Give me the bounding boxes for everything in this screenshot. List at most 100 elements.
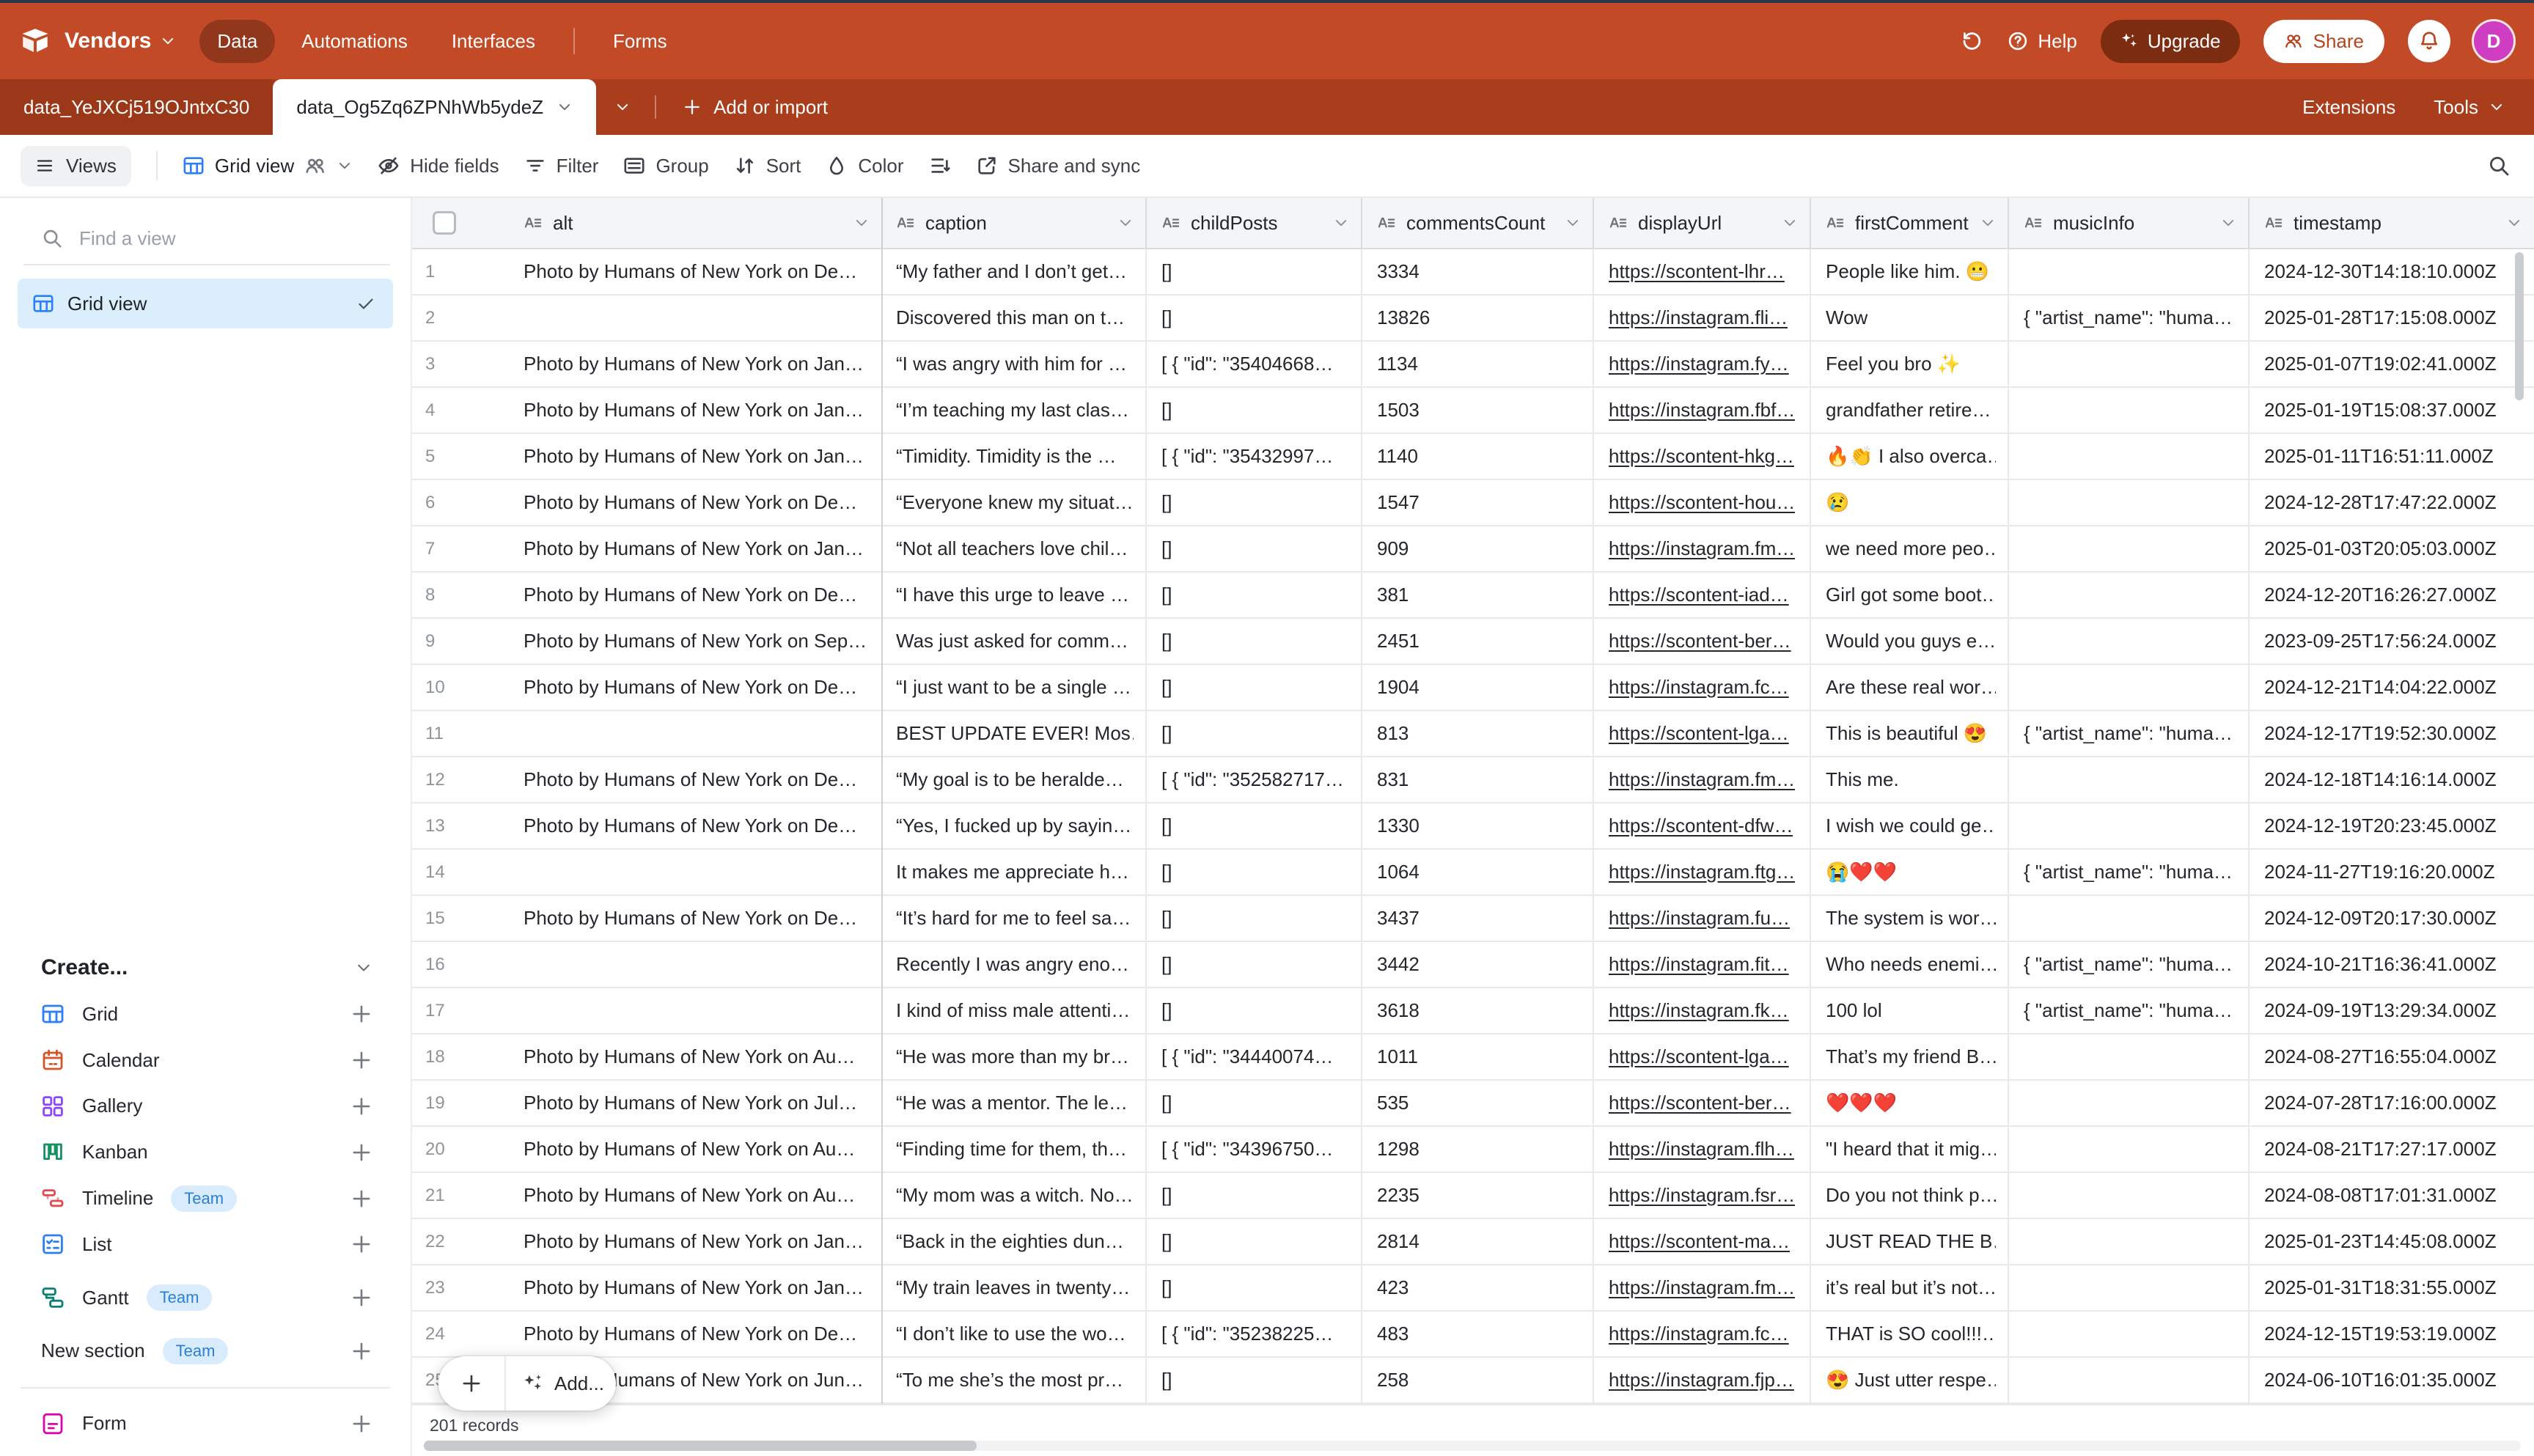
cell-alt[interactable] xyxy=(502,942,881,987)
cell-firstComment[interactable]: it’s real but it’s not… xyxy=(1811,1265,2009,1310)
url-link[interactable]: https://instagram.fu… xyxy=(1609,907,1790,930)
cell-commentsCount[interactable]: 2451 xyxy=(1362,619,1594,663)
cell-displayUrl[interactable]: https://instagram.fm… xyxy=(1594,1265,1811,1310)
cell-displayUrl[interactable]: https://scontent-ma… xyxy=(1594,1219,1811,1264)
cell-musicInfo[interactable] xyxy=(2009,388,2250,433)
cell-childPosts[interactable]: [] xyxy=(1147,1173,1362,1218)
chevron-down-icon[interactable] xyxy=(1980,215,1996,231)
url-link[interactable]: https://scontent-ber… xyxy=(1609,1092,1791,1114)
url-link[interactable]: https://scontent-iad… xyxy=(1609,584,1789,606)
url-link[interactable]: https://instagram.fit… xyxy=(1609,953,1789,976)
cell-displayUrl[interactable]: https://instagram.fbf… xyxy=(1594,388,1811,433)
cell-childPosts[interactable]: [] xyxy=(1147,1358,1362,1402)
cell-caption[interactable]: Recently I was angry eno… xyxy=(881,942,1147,987)
cell-childPosts[interactable]: [] xyxy=(1147,665,1362,710)
history-icon[interactable] xyxy=(1960,29,1983,53)
row-number[interactable]: 15 xyxy=(412,896,502,941)
cell-firstComment[interactable]: we need more peo… xyxy=(1811,526,2009,571)
cell-firstComment[interactable]: grandfather retire… xyxy=(1811,388,2009,433)
add-or-import-button[interactable]: Add or import xyxy=(662,79,848,135)
cell-displayUrl[interactable]: https://instagram.fjp… xyxy=(1594,1358,1811,1402)
cell-caption[interactable]: “Everyone knew my situat… xyxy=(881,480,1147,525)
cell-caption[interactable]: “My train leaves in twenty… xyxy=(881,1265,1147,1310)
url-link[interactable]: https://scontent-ber… xyxy=(1609,630,1791,652)
cell-timestamp[interactable]: 2024-12-17T19:52:30.000Z xyxy=(2250,711,2534,756)
row-number[interactable]: 17 xyxy=(412,988,502,1033)
ai-add-button[interactable]: Add... xyxy=(506,1356,616,1411)
cell-childPosts[interactable]: [] xyxy=(1147,804,1362,848)
cell-timestamp[interactable]: 2024-12-15T19:53:19.000Z xyxy=(2250,1312,2534,1356)
chevron-down-icon[interactable] xyxy=(1333,215,1349,231)
cell-alt[interactable]: Photo by Humans of New York on Au… xyxy=(502,1173,881,1218)
cell-commentsCount[interactable]: 813 xyxy=(1362,711,1594,756)
column-header-alt[interactable]: alt xyxy=(502,198,881,248)
create-item-new-section[interactable]: New section Team xyxy=(0,1328,411,1375)
cell-firstComment[interactable]: People like him. 😬 xyxy=(1811,249,2009,294)
workspace-menu[interactable]: Vendors xyxy=(65,29,176,54)
chevron-down-icon[interactable] xyxy=(2220,215,2236,231)
cell-musicInfo[interactable] xyxy=(2009,804,2250,848)
row-number[interactable]: 11 xyxy=(412,711,502,756)
cell-displayUrl[interactable]: https://scontent-hou… xyxy=(1594,480,1811,525)
plus-icon[interactable] xyxy=(350,1095,372,1117)
cell-childPosts[interactable]: [] xyxy=(1147,850,1362,894)
row-number[interactable]: 8 xyxy=(412,573,502,617)
cell-caption[interactable]: “He was a mentor. The le… xyxy=(881,1081,1147,1125)
cell-firstComment[interactable]: 😭❤️❤️ xyxy=(1811,850,2009,894)
horizontal-scrollbar-thumb[interactable] xyxy=(424,1441,977,1451)
url-link[interactable]: https://instagram.ftg… xyxy=(1609,861,1795,883)
cell-caption[interactable]: “My father and I don’t get… xyxy=(881,249,1147,294)
cell-alt[interactable]: Photo by Humans of New York on De… xyxy=(502,665,881,710)
cell-childPosts[interactable]: [] xyxy=(1147,573,1362,617)
help-button[interactable]: Help xyxy=(2007,30,2076,53)
cell-timestamp[interactable]: 2025-01-11T16:51:11.000Z xyxy=(2250,434,2534,479)
create-item-grid[interactable]: Grid xyxy=(0,991,411,1037)
row-number[interactable]: 3 xyxy=(412,342,502,386)
url-link[interactable]: https://scontent-lhr… xyxy=(1609,260,1785,283)
cell-childPosts[interactable]: [ { "id": "34396750… xyxy=(1147,1127,1362,1172)
cell-commentsCount[interactable]: 1064 xyxy=(1362,850,1594,894)
sort-button[interactable]: Sort xyxy=(734,155,801,177)
cell-caption[interactable]: “I just want to be a single … xyxy=(881,665,1147,710)
tab-data_Og5Zq6ZPNhWb5ydeZ[interactable]: data_Og5Zq6ZPNhWb5ydeZ xyxy=(273,79,596,135)
cell-commentsCount[interactable]: 1547 xyxy=(1362,480,1594,525)
cell-displayUrl[interactable]: https://scontent-lhr… xyxy=(1594,249,1811,294)
cell-childPosts[interactable]: [ { "id": "35432997… xyxy=(1147,434,1362,479)
cell-musicInfo[interactable] xyxy=(2009,1358,2250,1402)
url-link[interactable]: https://scontent-hou… xyxy=(1609,491,1795,514)
nav-tab-data[interactable]: Data xyxy=(199,20,275,63)
cell-alt[interactable]: Photo by Humans of New York on De… xyxy=(502,757,881,802)
row-number[interactable]: 4 xyxy=(412,388,502,433)
cell-childPosts[interactable]: [] xyxy=(1147,295,1362,340)
cell-firstComment[interactable]: JUST READ THE B… xyxy=(1811,1219,2009,1264)
url-link[interactable]: https://instagram.fli… xyxy=(1609,306,1788,329)
cell-caption[interactable]: “Yes, I fucked up by sayin… xyxy=(881,804,1147,848)
chevron-down-icon[interactable] xyxy=(853,215,870,231)
cell-musicInfo[interactable] xyxy=(2009,249,2250,294)
cell-displayUrl[interactable]: https://instagram.fy… xyxy=(1594,342,1811,386)
search-icon[interactable] xyxy=(2487,154,2511,177)
cell-musicInfo[interactable] xyxy=(2009,1219,2250,1264)
url-link[interactable]: https://scontent-dfw… xyxy=(1609,815,1793,837)
cell-firstComment[interactable]: 😢 xyxy=(1811,480,2009,525)
cell-childPosts[interactable]: [] xyxy=(1147,988,1362,1033)
vertical-scrollbar-thumb[interactable] xyxy=(2515,252,2524,400)
cell-caption[interactable]: Discovered this man on t… xyxy=(881,295,1147,340)
cell-alt[interactable] xyxy=(502,295,881,340)
cell-alt[interactable]: Photo by Humans of New York on Jul… xyxy=(502,1081,881,1125)
cell-musicInfo[interactable] xyxy=(2009,480,2250,525)
plus-icon[interactable] xyxy=(350,1141,372,1163)
plus-icon[interactable] xyxy=(350,1188,372,1210)
cell-timestamp[interactable]: 2025-01-31T18:31:55.000Z xyxy=(2250,1265,2534,1310)
cell-alt[interactable]: Photo by Humans of New York on Sep… xyxy=(502,619,881,663)
row-number[interactable]: 18 xyxy=(412,1034,502,1079)
cell-musicInfo[interactable] xyxy=(2009,619,2250,663)
row-number[interactable]: 24 xyxy=(412,1312,502,1356)
cell-caption[interactable]: It makes me appreciate h… xyxy=(881,850,1147,894)
create-item-calendar[interactable]: Calendar xyxy=(0,1037,411,1084)
cell-timestamp[interactable]: 2024-12-30T14:18:10.000Z xyxy=(2250,249,2534,294)
cell-firstComment[interactable]: That’s my friend B… xyxy=(1811,1034,2009,1079)
filter-button[interactable]: Filter xyxy=(524,155,599,177)
cell-musicInfo[interactable] xyxy=(2009,757,2250,802)
cell-alt[interactable]: Photo by Humans of New York on Jan… xyxy=(502,342,881,386)
